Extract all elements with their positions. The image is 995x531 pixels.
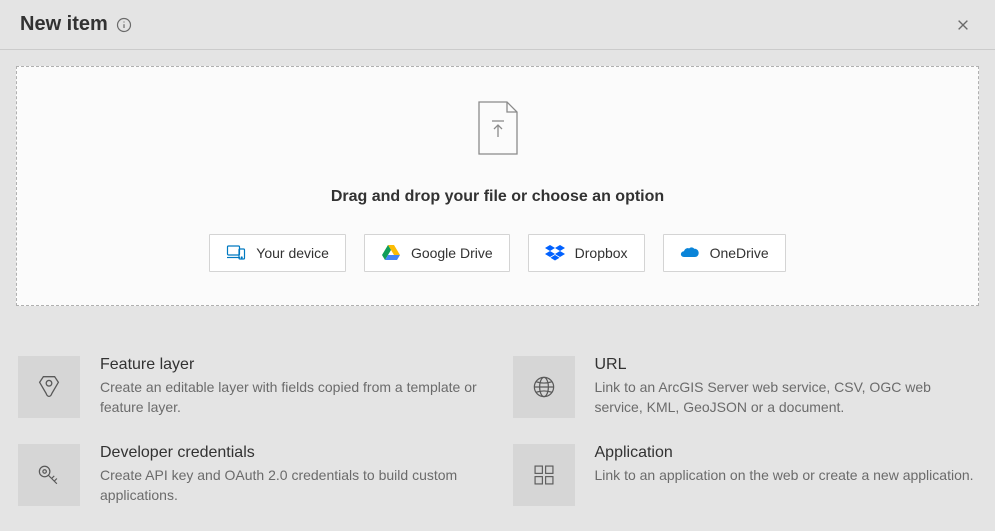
dialog-title: New item bbox=[20, 13, 108, 36]
onedrive-icon bbox=[680, 243, 700, 263]
option-title: URL bbox=[595, 356, 978, 374]
option-title: Application bbox=[595, 444, 978, 462]
feature-layer-icon bbox=[18, 356, 80, 418]
google-drive-icon bbox=[381, 243, 401, 263]
onedrive-button[interactable]: OneDrive bbox=[663, 234, 786, 272]
dropbox-icon bbox=[545, 243, 565, 263]
dropzone-instruction: Drag and drop your file or choose an opt… bbox=[331, 188, 664, 206]
dropbox-label: Dropbox bbox=[575, 245, 628, 261]
your-device-label: Your device bbox=[256, 245, 329, 261]
google-drive-button[interactable]: Google Drive bbox=[364, 234, 510, 272]
info-icon[interactable] bbox=[116, 17, 132, 33]
item-type-options: Feature layer Create an editable layer w… bbox=[0, 356, 995, 506]
globe-icon bbox=[513, 356, 575, 418]
option-application[interactable]: Application Link to an application on th… bbox=[513, 444, 978, 506]
upload-source-row: Your device Google Drive bbox=[209, 234, 785, 272]
option-title: Feature layer bbox=[100, 356, 483, 374]
file-dropzone[interactable]: Drag and drop your file or choose an opt… bbox=[16, 66, 979, 306]
close-button[interactable] bbox=[951, 13, 975, 37]
key-icon bbox=[18, 444, 80, 506]
onedrive-label: OneDrive bbox=[710, 245, 769, 261]
option-desc: Create an editable layer with fields cop… bbox=[100, 378, 483, 417]
option-title: Developer credentials bbox=[100, 444, 483, 462]
upload-file-icon bbox=[476, 101, 520, 160]
option-desc: Create API key and OAuth 2.0 credentials… bbox=[100, 466, 483, 505]
application-icon bbox=[513, 444, 575, 506]
option-feature-layer[interactable]: Feature layer Create an editable layer w… bbox=[18, 356, 483, 418]
option-developer-credentials[interactable]: Developer credentials Create API key and… bbox=[18, 444, 483, 506]
your-device-button[interactable]: Your device bbox=[209, 234, 346, 272]
dropbox-button[interactable]: Dropbox bbox=[528, 234, 645, 272]
device-icon bbox=[226, 243, 246, 263]
option-desc: Link to an ArcGIS Server web service, CS… bbox=[595, 378, 978, 417]
google-drive-label: Google Drive bbox=[411, 245, 493, 261]
dialog-header: New item bbox=[0, 0, 995, 50]
option-url[interactable]: URL Link to an ArcGIS Server web service… bbox=[513, 356, 978, 418]
option-desc: Link to an application on the web or cre… bbox=[595, 466, 978, 486]
